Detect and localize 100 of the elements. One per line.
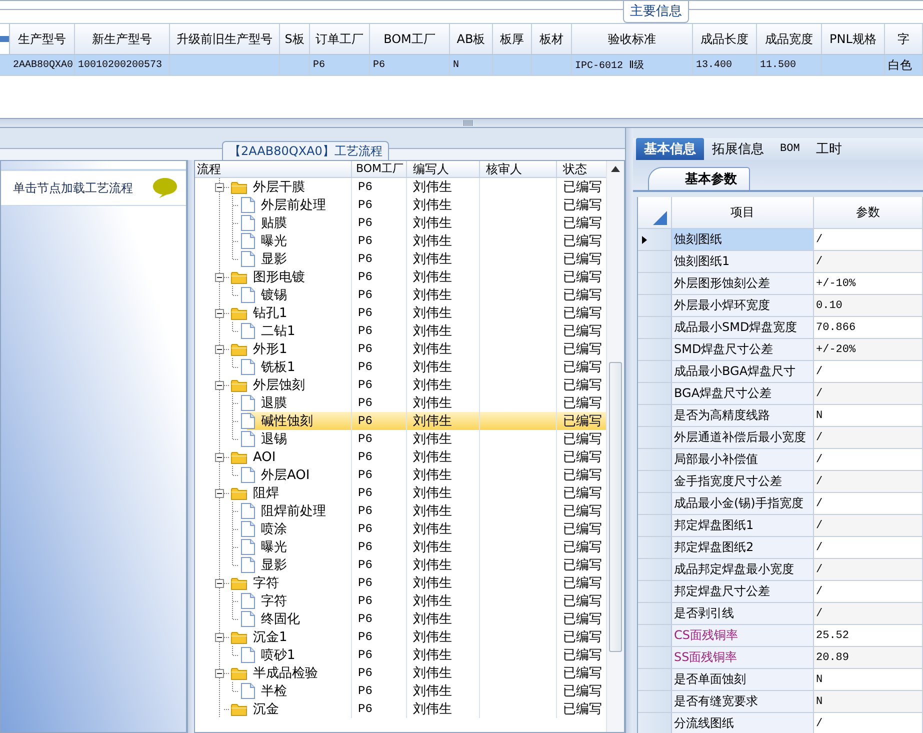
tree-node-label: 退锡 [261,431,287,448]
column-header[interactable]: BOM工厂 [352,161,407,177]
row-header[interactable] [638,229,672,250]
column-header[interactable]: PNL规格 [822,24,885,54]
collapse-icon[interactable] [215,578,224,588]
tree-node-label: 贴膜 [261,215,287,232]
table-cell: 成品最小SMD焊盘宽度 [674,319,798,336]
table-cell: P6 [358,648,372,662]
table-cell: P6 [358,540,372,554]
column-header[interactable]: 流程 [195,161,352,177]
speech-bubble-icon [152,177,178,199]
collapse-icon[interactable] [215,452,224,462]
collapse-icon[interactable] [215,632,224,642]
column-header[interactable]: 生产型号 [10,24,75,54]
collapse-icon[interactable] [215,182,224,192]
document-icon [241,233,255,249]
tree-node-label: 外层干膜 [253,179,305,196]
column-header[interactable]: 字 [885,24,923,54]
document-icon [241,611,255,627]
table-cell: 外层最小焊环宽度 [674,297,770,314]
table-cell-text: 刘伟生 [413,467,452,484]
table-cell-text: IPC-6012 Ⅱ级 [575,59,644,72]
table-cell: P6 [358,180,372,194]
column-header[interactable]: AB板 [450,24,493,54]
tree-node-label: 外层前处理 [261,197,326,214]
table-cell: P6 [358,306,372,320]
table-cell: BGA焊盘尺寸公差 [674,385,772,402]
tab[interactable]: BOM [772,138,808,160]
table-cell: 分流线图纸 [674,715,734,732]
document-icon [241,593,255,609]
column-header[interactable]: 参数 [814,197,923,228]
table-cell-text: 刘伟生 [413,665,452,682]
column-header[interactable]: 板材 [532,24,572,54]
tree-node-label: 外形1 [253,341,288,358]
table-cell-text: 刘伟生 [413,629,452,646]
table-cell-text: 已编写 [563,431,602,448]
document-icon [241,557,255,573]
splitter[interactable] [625,128,633,733]
corner-triangle-icon [653,211,667,225]
scrollbar[interactable] [606,161,624,732]
table-cell: 蚀刻图纸1 [674,253,730,270]
table-cell: P6 [358,468,372,482]
column-header[interactable]: 编写人 [407,161,480,177]
table-cell-text: 刘伟生 [413,449,452,466]
column-header[interactable]: 订单工厂 [310,24,370,54]
table-cell-text: 已编写 [563,521,602,538]
column-header[interactable]: BOM工厂 [370,24,450,54]
collapse-icon[interactable] [215,380,224,390]
table-cell: P6 [358,252,372,266]
table-cell: 2AAB80QXA0 [13,60,74,70]
collapse-icon[interactable] [215,668,224,678]
column-header[interactable]: 板厚 [493,24,532,54]
tab[interactable]: 基本信息 [636,138,704,160]
column-header[interactable]: S板 [280,24,310,54]
table-cell: 成品最小BGA焊盘尺寸 [674,363,796,380]
table-cell-text: 已编写 [563,629,602,646]
document-icon [241,251,255,267]
table-cell: N [816,410,823,422]
table-cell-text: 已编写 [563,593,602,610]
table-cell: 是否为高精度线路 [674,407,770,424]
tab[interactable]: 工时 [808,138,850,160]
table-cell: P6 [358,234,372,248]
table-cell-text: 已编写 [563,539,602,556]
table-cell: CS面残铜率 [674,627,738,644]
column-header[interactable]: 成品长度 [693,24,757,54]
table-row[interactable]: 2AAB80QXA0 10010200200573 P6 P6 N IPC-6012 Ⅱ级 13.400 11.500 白色 [0,55,923,76]
scroll-thumb[interactable] [609,362,622,652]
tree-node-label: 字符 [253,575,279,592]
table-cell: N [816,696,823,708]
table-cell: P6 [358,504,372,518]
table-cell-text: 刘伟生 [413,179,452,196]
document-icon [241,413,255,429]
column-header[interactable]: 新生产型号 [75,24,170,54]
document-icon [241,467,255,483]
subtab[interactable]: 基本参数 [648,167,750,190]
table-cell: 是否有缝宽要求 [674,693,758,710]
splitter-grip-icon[interactable] [463,120,473,126]
column-header[interactable]: 项目 [672,197,814,228]
column-header[interactable]: 成品宽度 [757,24,822,54]
table-cell: P6 [373,60,386,70]
splitter[interactable] [187,160,194,733]
scroll-up-icon[interactable] [611,166,620,172]
tree-node-label: 喷涂 [261,521,287,538]
tab[interactable]: 拓展信息 [704,138,772,160]
column-header[interactable]: 升级前旧生产型号 [170,24,280,54]
table-cell-text: 已编写 [563,395,602,412]
table-cell-text: 已编写 [563,647,602,664]
document-icon [241,287,255,303]
table-cell: 70.866 [816,322,856,334]
tree-node-label: 碱性蚀刻 [261,413,313,430]
table-cell: / [816,542,823,554]
collapse-icon[interactable] [215,344,224,354]
tree-node-label: 半成品检验 [253,665,318,682]
table-cell-text: 刘伟生 [413,323,452,340]
column-header[interactable]: 核审人 [480,161,557,177]
column-header[interactable]: 验收标准 [572,24,693,54]
collapse-icon[interactable] [215,272,224,282]
collapse-icon[interactable] [215,308,224,318]
collapse-icon[interactable] [215,488,224,498]
table-cell-text: 刘伟生 [413,305,452,322]
